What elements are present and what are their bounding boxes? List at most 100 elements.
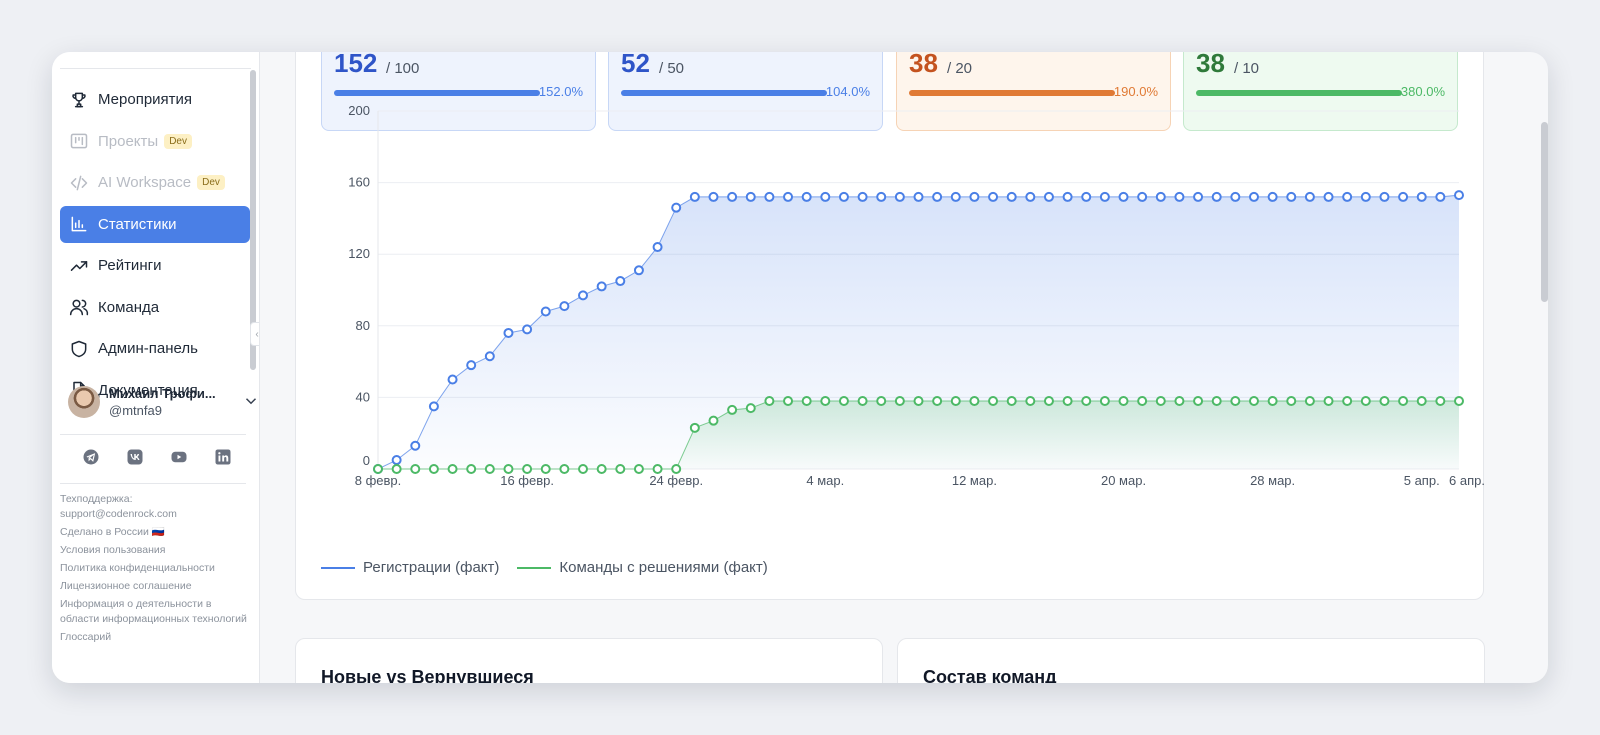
- data-point: [708, 191, 719, 202]
- data-point: [633, 464, 644, 474]
- data-point: [1043, 395, 1054, 406]
- data-point: [1267, 395, 1278, 406]
- data-point: [1360, 395, 1371, 406]
- data-point: [1193, 395, 1204, 406]
- y-tick-label: 160: [348, 175, 370, 190]
- data-point: [932, 395, 943, 406]
- terms-link[interactable]: Условия пользования: [60, 543, 250, 558]
- data-point: [1286, 395, 1297, 406]
- data-point: [969, 191, 980, 202]
- data-point: [373, 464, 383, 474]
- dev-badge: Dev: [197, 175, 225, 190]
- privacy-link[interactable]: Политика конфиденциальности: [60, 561, 250, 576]
- data-point: [1062, 395, 1073, 406]
- data-point: [652, 242, 663, 253]
- glossary-link[interactable]: Глоссарий: [60, 630, 250, 645]
- chevron-left-icon: ‹: [255, 328, 259, 340]
- sidebar-item-projects[interactable]: Проекты Dev: [60, 123, 250, 160]
- kanban-icon: [68, 130, 90, 152]
- data-point: [540, 464, 551, 474]
- data-point: [1174, 395, 1185, 406]
- data-point: [1435, 395, 1446, 406]
- it-info-link[interactable]: Информация о деятельности в области инфо…: [60, 597, 250, 627]
- data-point: [1193, 191, 1204, 202]
- data-point: [1248, 191, 1259, 202]
- sidebar-item-team[interactable]: Команда: [60, 289, 250, 326]
- youtube-icon[interactable]: [170, 448, 188, 466]
- vk-icon[interactable]: [126, 448, 144, 466]
- data-point: [652, 464, 663, 474]
- data-point: [764, 395, 775, 406]
- sidebar-item-ai-workspace[interactable]: AI Workspace Dev: [60, 164, 250, 201]
- data-point: [727, 191, 738, 202]
- data-point: [894, 191, 905, 202]
- registrations-chart: 0 40 80 120 160 200 8 февр. 16 февр. 24 февр. 4 м…: [348, 103, 1485, 488]
- data-point: [503, 464, 514, 474]
- sidebar-item-events[interactable]: Мероприятия: [60, 81, 250, 118]
- sidebar-item-ratings[interactable]: Рейтинги: [60, 247, 250, 284]
- user-handle: @mtnfa9: [109, 403, 162, 418]
- data-point: [689, 191, 700, 202]
- data-point: [745, 191, 756, 202]
- main-scrollbar[interactable]: [1541, 122, 1548, 302]
- data-point: [1304, 191, 1315, 202]
- card-title: Новые vs Вернувшиеся: [321, 667, 534, 683]
- data-point: [1416, 191, 1427, 202]
- data-point: [801, 395, 812, 406]
- sidebar-top-divider: [60, 68, 251, 69]
- telegram-icon[interactable]: [82, 448, 100, 466]
- data-point: [932, 191, 943, 202]
- data-point: [1416, 395, 1427, 406]
- data-point: [1081, 395, 1092, 406]
- y-tick-label: 200: [348, 103, 370, 118]
- x-tick-label: 12 мар.: [952, 473, 997, 488]
- trending-up-icon: [68, 255, 90, 277]
- legend-item-registrations[interactable]: Регистрации (факт): [321, 559, 499, 576]
- support-email-link[interactable]: support@codenrock.com: [60, 508, 177, 520]
- data-point: [1379, 191, 1390, 202]
- sidebar-item-admin[interactable]: Админ-панель: [60, 330, 250, 367]
- data-point: [1137, 395, 1148, 406]
- data-point: [1398, 395, 1409, 406]
- data-point: [1099, 191, 1110, 202]
- data-point: [578, 290, 589, 301]
- data-point: [838, 191, 849, 202]
- license-link[interactable]: Лицензионное соглашение: [60, 579, 250, 594]
- collapse-sidebar-button[interactable]: ‹: [250, 322, 259, 346]
- made-in-russia: Сделано в России 🇷🇺: [60, 526, 165, 538]
- data-point: [1006, 191, 1017, 202]
- data-point: [1025, 191, 1036, 202]
- data-point: [1025, 395, 1036, 406]
- data-point: [1043, 191, 1054, 202]
- statistics-panel: 152 / 100 152.0% 52 / 50 104.0% 38 / 20 …: [295, 52, 1485, 600]
- data-point: [596, 281, 607, 292]
- data-point: [484, 351, 495, 362]
- legend-swatch: [517, 566, 552, 569]
- chevron-down-icon[interactable]: [242, 392, 259, 410]
- data-point: [540, 306, 551, 317]
- data-point: [410, 440, 421, 451]
- data-point: [522, 324, 533, 335]
- y-tick-label: 0: [363, 453, 370, 468]
- sidebar-divider: [60, 483, 246, 484]
- sidebar-item-label: Команда: [98, 298, 160, 316]
- y-tick-label: 120: [348, 246, 370, 261]
- legend-item-teams[interactable]: Команды с решениями (факт): [517, 559, 768, 576]
- user-menu[interactable]: Михаил Трофи... @mtnfa9: [68, 384, 257, 420]
- data-point: [1174, 191, 1185, 202]
- sidebar-item-statistics[interactable]: Статистики: [60, 205, 250, 243]
- trophy-icon: [68, 89, 90, 111]
- linkedin-icon[interactable]: [214, 448, 232, 466]
- data-point: [876, 395, 887, 406]
- x-tick-label: 4 мар.: [806, 473, 844, 488]
- y-tick-label: 80: [356, 318, 370, 333]
- data-point: [950, 191, 961, 202]
- shield-icon: [68, 338, 90, 360]
- x-tick-label: 24 февр.: [649, 473, 703, 488]
- data-point: [1398, 191, 1409, 202]
- data-point: [1230, 395, 1241, 406]
- data-point: [764, 191, 775, 202]
- new-vs-returning-card: Новые vs Вернувшиеся: [295, 638, 883, 683]
- data-point: [913, 191, 924, 202]
- data-point: [559, 464, 570, 474]
